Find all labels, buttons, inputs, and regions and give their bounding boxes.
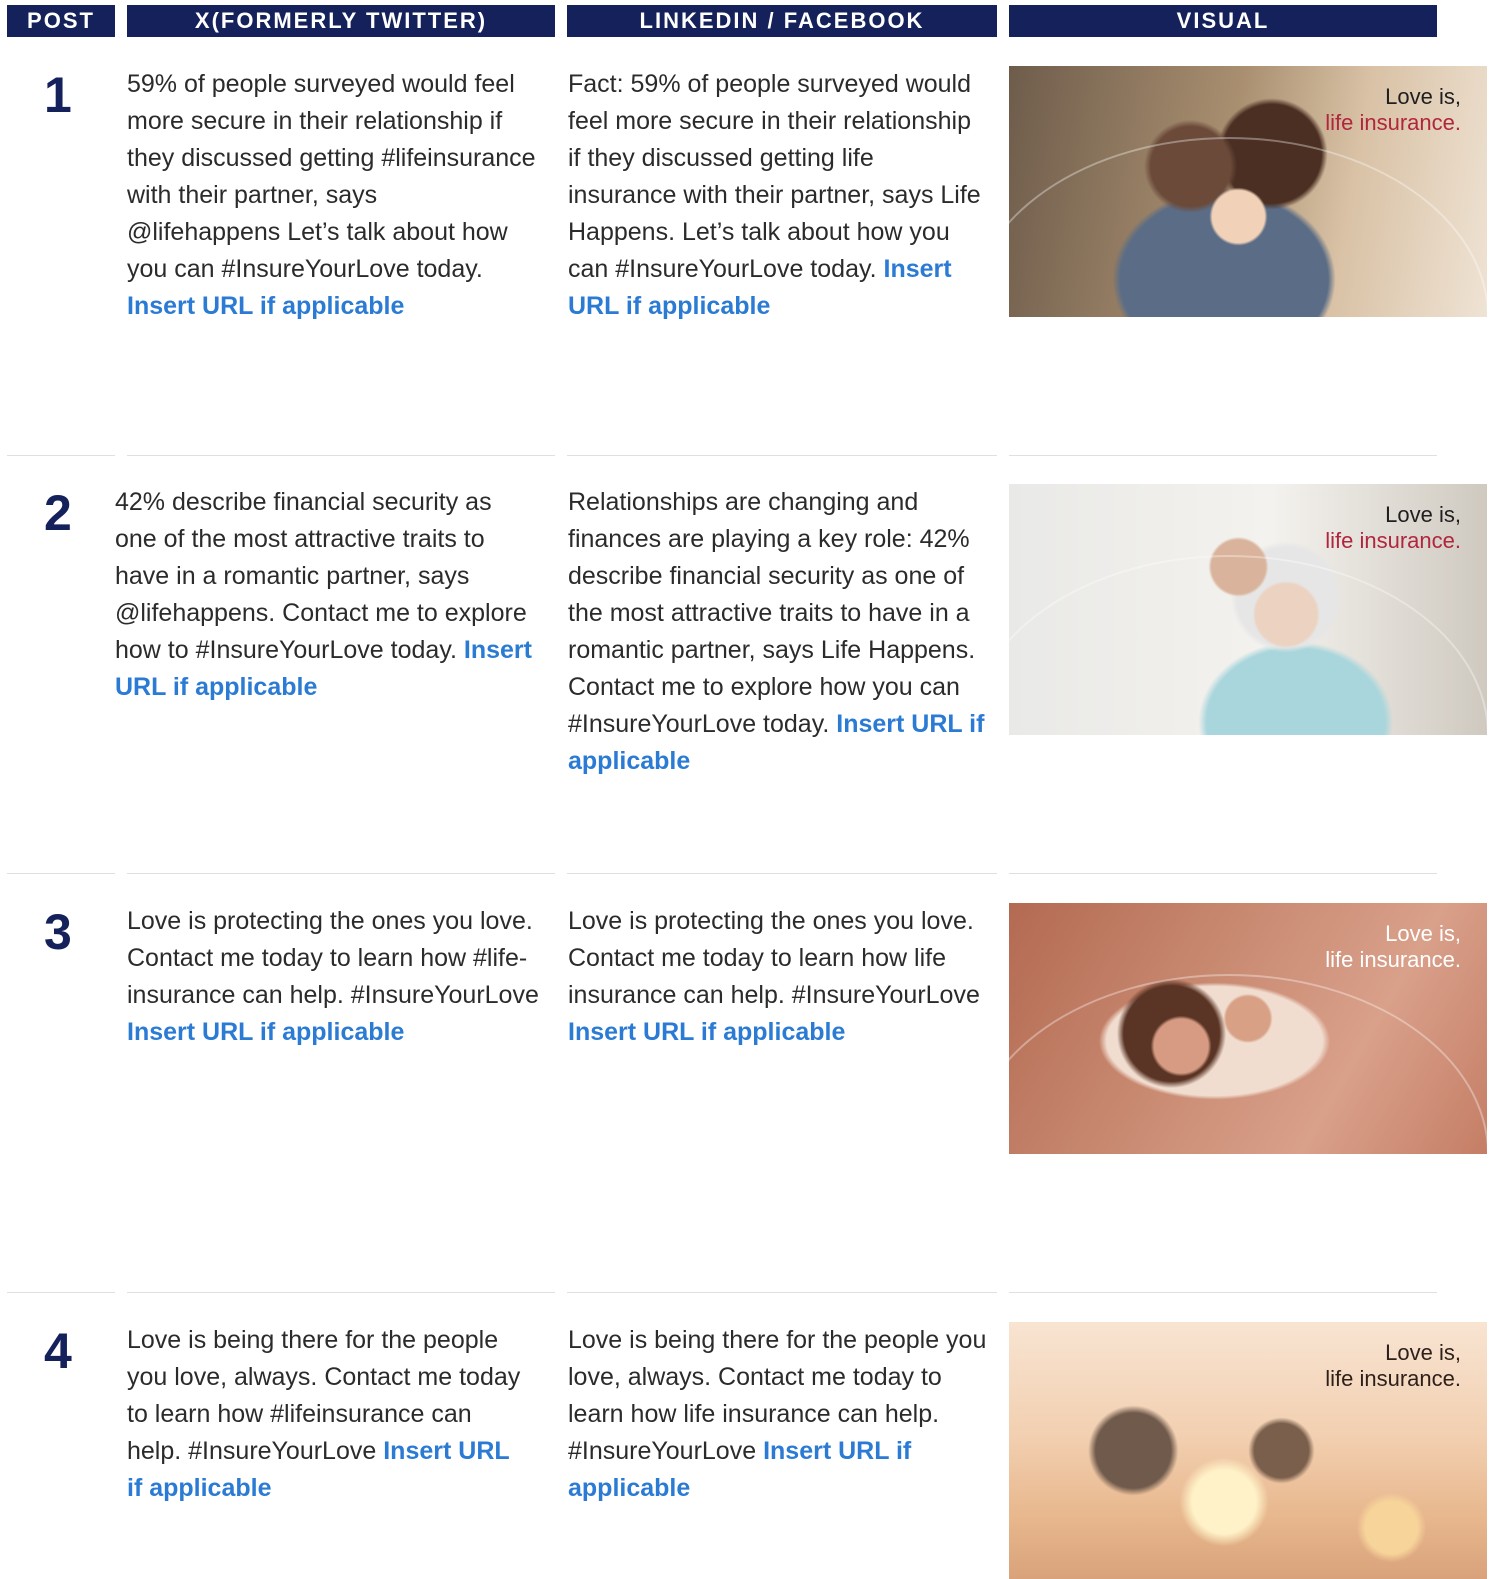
visual-tagline: Love is, life insurance. [1325,502,1461,554]
tagline-line2: life insurance. [1325,1366,1461,1391]
post-visual-image: Love is, life insurance. [1009,903,1487,1154]
linkedin-post-text: Fact: 59% of people surveyed would feel … [568,70,981,283]
linkedin-post-text: Love is protecting the ones you love. Co… [568,907,980,1009]
post-number: 2 [44,485,72,541]
post-number: 3 [44,904,72,960]
row-divider [7,455,115,456]
row-divider [567,1292,997,1293]
row-divider [127,873,555,874]
header-post: POST [7,5,115,37]
x-post-copy: Love is being there for the people you l… [127,1322,527,1507]
post-number: 1 [44,67,72,123]
post-number: 4 [44,1323,72,1379]
linkedin-post-text: Relationships are changing and finances … [568,488,976,738]
linkedin-post-copy: Fact: 59% of people surveyed would feel … [568,66,988,325]
swoosh-decoration [1009,137,1487,317]
row-divider [127,1292,555,1293]
header-linkedin: LINKEDIN / FACEBOOK [567,5,997,37]
linkedin-post-copy: Love is protecting the ones you love. Co… [568,903,988,1051]
tagline-line1: Love is, [1385,502,1461,527]
social-posts-page: POST X(FORMERLY TWITTER) LINKEDIN / FACE… [0,0,1505,1579]
swoosh-decoration [1009,974,1487,1154]
post-visual-image: Love is, life insurance. [1009,484,1487,735]
x-post-text: Love is protecting the ones you love. Co… [127,907,539,1009]
x-post-copy: Love is protecting the ones you love. Co… [127,903,542,1051]
post-visual-image: Love is, life insurance. [1009,66,1487,317]
row-divider [127,455,555,456]
row-divider [567,873,997,874]
swoosh-decoration [1009,555,1487,735]
row-divider [1009,455,1437,456]
tagline-line2: life insurance. [1325,110,1461,135]
linkedin-post-copy: Love is being there for the people you l… [568,1322,988,1507]
header-x: X(FORMERLY TWITTER) [127,5,555,37]
visual-tagline: Love is, life insurance. [1325,1340,1461,1392]
post-visual-image: Love is, life insurance. [1009,1322,1487,1579]
tagline-line1: Love is, [1385,921,1461,946]
visual-tagline: Love is, life insurance. [1325,84,1461,136]
visual-tagline: Love is, life insurance. [1325,921,1461,973]
header-visual: VISUAL [1009,5,1437,37]
tagline-line1: Love is, [1385,84,1461,109]
tagline-line2: life insurance. [1325,947,1461,972]
x-post-link[interactable]: Insert URL if applicable [127,1018,404,1046]
x-post-text: 59% of people surveyed would feel more s… [127,70,536,283]
row-divider [567,455,997,456]
row-divider [7,873,115,874]
x-post-copy: 42% describe financial security as one o… [115,484,540,706]
row-divider [1009,873,1437,874]
x-post-link[interactable]: Insert URL if applicable [127,292,404,320]
x-post-copy: 59% of people surveyed would feel more s… [127,66,537,325]
linkedin-post-copy: Relationships are changing and finances … [568,484,988,780]
tagline-line2: life insurance. [1325,528,1461,553]
row-divider [1009,1292,1437,1293]
row-divider [7,1292,115,1293]
linkedin-post-link[interactable]: Insert URL if applicable [568,1018,845,1046]
tagline-line1: Love is, [1385,1340,1461,1365]
